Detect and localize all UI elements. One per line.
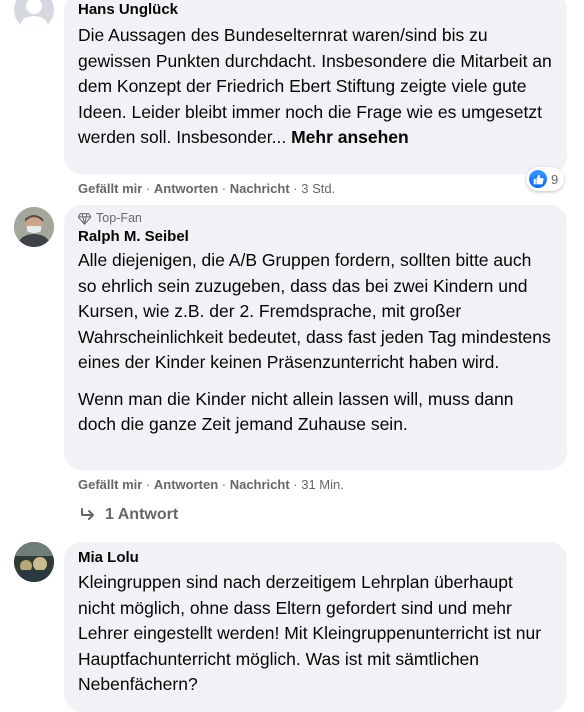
see-more-link[interactable]: Mehr ansehen	[291, 127, 409, 147]
avatar-mia[interactable]	[14, 542, 54, 582]
comment-author[interactable]: Hans Unglück	[78, 0, 553, 20]
reaction-summary[interactable]: 9	[526, 167, 565, 191]
comment-paragraph-2: Wenn man die Kinder nicht allein lassen …	[78, 388, 514, 435]
top-fan-badge: Top-Fan	[78, 211, 553, 225]
comment-paragraph-1: Alle diejenigen, die A/B Gruppen fordern…	[78, 250, 551, 372]
reply-button[interactable]: Antworten	[154, 181, 218, 196]
comment-bubble-2: Top-Fan Ralph M. Seibel Alle diejenigen,…	[64, 205, 567, 470]
comment-text: Die Aussagen des Bundeselternrat waren/s…	[78, 25, 552, 147]
comment-timestamp[interactable]: 3 Std.	[301, 181, 335, 196]
reply-arrow-icon	[81, 508, 94, 520]
view-replies-button[interactable]: 1 Antwort	[80, 506, 178, 524]
comment-author[interactable]: Ralph M. Seibel	[78, 227, 553, 247]
reply-button[interactable]: Antworten	[154, 477, 218, 492]
avatar-hans[interactable]	[14, 0, 54, 30]
diamond-icon	[78, 212, 91, 225]
comment-actions-1: Gefällt mir · Antworten · Nachricht · 3 …	[78, 181, 336, 196]
avatar-ralph[interactable]	[14, 207, 54, 247]
comment-actions-2: Gefällt mir · Antworten · Nachricht · 31…	[78, 477, 344, 492]
like-icon	[529, 170, 547, 188]
message-button[interactable]: Nachricht	[230, 181, 290, 196]
message-button[interactable]: Nachricht	[230, 477, 290, 492]
comment-timestamp[interactable]: 31 Min.	[301, 477, 344, 492]
comment-text: Kleingruppen sind nach derzeitigem Lehrp…	[78, 572, 542, 694]
comment-author[interactable]: Mia Lolu	[78, 548, 553, 568]
comment-bubble-1: Hans Unglück Die Aussagen des Bundeselte…	[64, 0, 567, 174]
like-button[interactable]: Gefällt mir	[78, 477, 142, 492]
comment-bubble-3: Mia Lolu Kleingruppen sind nach derzeiti…	[64, 542, 567, 712]
reaction-count: 9	[551, 171, 559, 187]
like-button[interactable]: Gefällt mir	[78, 181, 142, 196]
